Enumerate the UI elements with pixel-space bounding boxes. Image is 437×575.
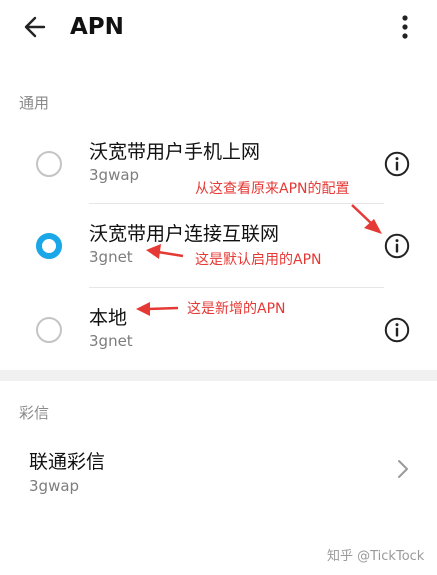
info-icon bbox=[384, 151, 410, 177]
apn-info-button[interactable] bbox=[384, 233, 410, 259]
more-vertical-icon bbox=[402, 15, 408, 39]
apn-radio-button-selected[interactable] bbox=[36, 233, 62, 259]
info-icon bbox=[384, 317, 410, 343]
back-button[interactable] bbox=[18, 10, 52, 44]
section-separator bbox=[0, 370, 437, 381]
row-divider bbox=[89, 203, 384, 204]
apn-item-title: 沃宽带用户连接互联网 bbox=[89, 223, 280, 245]
apn-radio-button[interactable] bbox=[36, 317, 62, 343]
apn-item-title: 沃宽带用户手机上网 bbox=[89, 141, 261, 163]
apn-item-subtitle: 3gwap bbox=[89, 166, 140, 184]
annotation-default-apn: 这是默认启用的APN bbox=[195, 252, 322, 268]
apn-item-subtitle: 3gnet bbox=[89, 248, 133, 266]
app-header: APN bbox=[0, 0, 437, 56]
page-title: APN bbox=[70, 14, 124, 40]
annotation-view-config: 从这查看原来APN的配置 bbox=[195, 181, 350, 197]
section-label-mms: 彩信 bbox=[19, 404, 50, 422]
watermark: 知乎 @TickTock bbox=[327, 549, 425, 564]
row-divider bbox=[89, 287, 384, 288]
mms-item-title: 联通彩信 bbox=[29, 451, 106, 473]
annotation-new-apn: 这是新增的APN bbox=[187, 301, 286, 317]
info-icon bbox=[384, 233, 410, 259]
apn-item-subtitle: 3gnet bbox=[89, 332, 133, 350]
back-arrow-icon bbox=[24, 16, 46, 38]
apn-item[interactable]: 沃宽带用户连接互联网 3gnet bbox=[0, 212, 437, 284]
apn-radio-button[interactable] bbox=[36, 151, 62, 177]
apn-info-button[interactable] bbox=[384, 317, 410, 343]
mms-item-subtitle: 3gwap bbox=[29, 477, 80, 495]
more-options-button[interactable] bbox=[392, 10, 418, 44]
apn-info-button[interactable] bbox=[384, 151, 410, 177]
apn-item-title: 本地 bbox=[89, 307, 128, 329]
section-label-general: 通用 bbox=[19, 94, 50, 112]
chevron-right-icon bbox=[395, 458, 411, 480]
